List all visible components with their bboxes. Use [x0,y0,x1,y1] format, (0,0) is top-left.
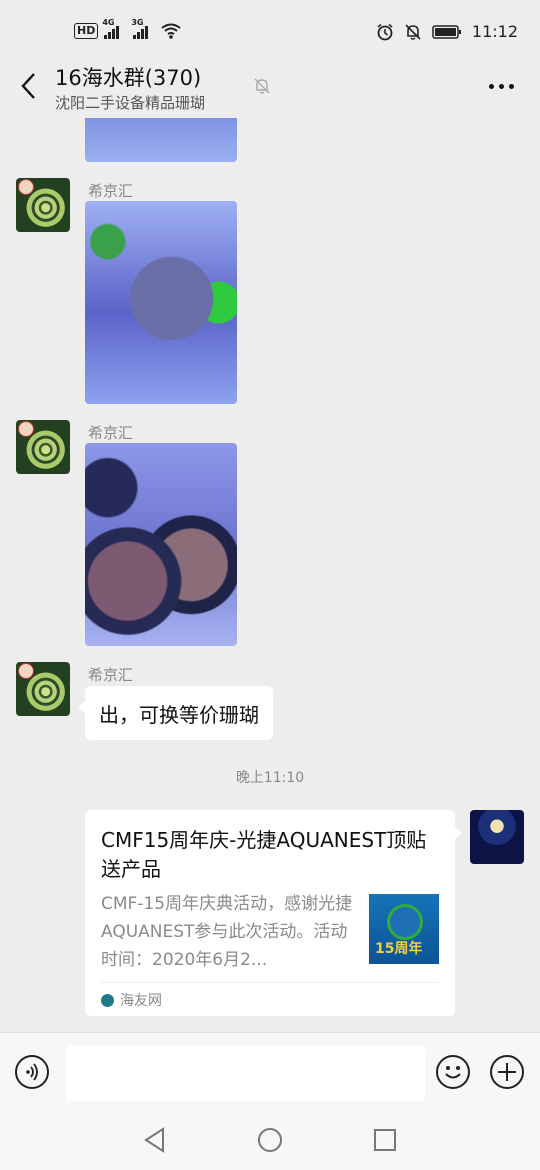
thumbnail-text: 15周年 [375,941,423,957]
status-bar-right: 11:12 [376,22,518,41]
voice-icon[interactable] [15,1055,49,1089]
back-icon[interactable] [18,70,40,102]
sender-name: 希京汇 [88,666,134,684]
chat-header: 16海水群(370) 沈阳二手设备精品珊瑚 [0,56,540,120]
signal-4g-icon: 4G [102,18,120,39]
mute-bell-icon [405,23,421,40]
link-card-thumbnail: 15周年 [369,894,439,964]
status-bar-left: HD 4G 3G [74,18,182,40]
my-avatar[interactable] [470,810,524,864]
sender-name: 希京汇 [88,182,134,200]
nav-back-icon[interactable] [142,1126,168,1154]
message-input[interactable] [66,1045,425,1101]
message-image[interactable] [85,201,237,404]
wifi-icon [161,23,181,39]
source-icon [101,993,114,1007]
message-text: 出，可换等价珊瑚 [99,702,259,727]
chat-title[interactable]: 16海水群(370) [55,62,201,92]
link-card-description: CMF-15周年庆典活动，感谢光捷AQUANEST参与此次活动。活动时间：202… [101,894,353,970]
avatar[interactable] [16,178,70,232]
status-bar: HD 4G 3G 11:12 [0,0,540,64]
plus-icon[interactable] [490,1055,524,1089]
chat-messages[interactable]: 希京汇 希京汇 希京汇 出，可换等价珊瑚 晚上11:10 CMF15周年庆-光捷… [0,118,540,1032]
more-icon[interactable] [489,84,514,89]
nav-home-icon[interactable] [256,1126,284,1154]
sender-name: 希京汇 [88,424,134,442]
chat-subtitle: 沈阳二手设备精品珊瑚 [55,94,206,112]
avatar[interactable] [16,420,70,474]
hd-icon: HD [74,23,99,39]
battery-icon [432,24,461,39]
alarm-icon [377,23,393,40]
link-card-source: 海友网 [101,990,162,1010]
input-bar [0,1032,540,1111]
avatar[interactable] [16,662,70,716]
logo-icon [387,904,423,940]
link-card[interactable]: CMF15周年庆-光捷AQUANEST顶贴送产品 CMF-15周年庆典活动，感谢… [85,810,462,1016]
message-bubble[interactable]: 出，可换等价珊瑚 [78,686,273,740]
signal-3g-label: 3G [131,18,144,27]
timestamp: 晚上11:10 [235,770,305,786]
clock: 11:12 [471,22,518,41]
mute-icon [254,78,270,94]
nav-recents-icon[interactable] [372,1127,398,1153]
source-name: 海友网 [120,993,162,1009]
link-card-title: CMF15周年庆-光捷AQUANEST顶贴送产品 [101,828,427,881]
signal-3g-icon: 3G [131,18,149,39]
system-navigation-bar [0,1110,540,1170]
message-image[interactable] [85,443,237,646]
emoji-icon[interactable] [436,1055,470,1089]
divider [101,982,439,983]
signal-4g-label: 4G [102,18,115,27]
message-image[interactable] [85,118,237,162]
